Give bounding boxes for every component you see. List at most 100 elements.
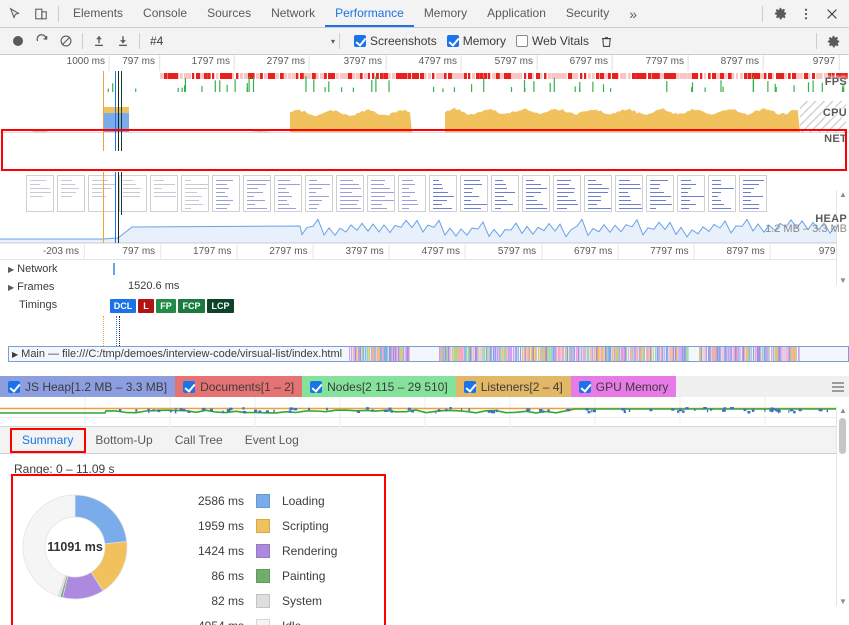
more-tabs-icon[interactable]: »: [619, 6, 647, 22]
memory-legend-item[interactable]: GPU Memory: [570, 376, 677, 397]
timing-marker-l[interactable]: L: [138, 299, 154, 313]
collect-garbage-icon[interactable]: [595, 29, 619, 53]
load-profile-button[interactable]: [87, 29, 111, 53]
track-network-label[interactable]: ▶ Network: [0, 260, 58, 278]
timing-marker-fp[interactable]: FP: [156, 299, 176, 313]
filmstrip-marker-orange: [103, 172, 104, 215]
tab-call-tree[interactable]: Call Tree: [165, 427, 233, 453]
filmstrip-lane[interactable]: [0, 172, 849, 215]
tab-event-log[interactable]: Event Log: [235, 427, 309, 453]
track-frames[interactable]: ▶ Frames 1520.6 ms: [0, 278, 849, 296]
memory-legend-item[interactable]: Documents[1 – 2]: [175, 376, 303, 397]
gear-icon[interactable]: [767, 1, 793, 27]
close-icon[interactable]: [819, 1, 845, 27]
memory-counters-legend[interactable]: JS Heap[1.2 MB – 3.3 MB] Documents[1 – 2]…: [0, 376, 849, 397]
track-frames-label[interactable]: ▶ Frames: [0, 278, 54, 296]
filmstrip-thumbnail[interactable]: [150, 174, 178, 212]
checkbox-screenshots[interactable]: Screenshots: [354, 34, 437, 48]
track-main-thread[interactable]: ▶ Main — file:///C:/tmp/demoes/interview-…: [8, 346, 849, 362]
summary-legend-row[interactable]: 86 ms Painting: [160, 563, 337, 588]
filmstrip-thumbnail[interactable]: [336, 174, 364, 212]
tab-security[interactable]: Security: [556, 0, 619, 27]
summary-legend-row[interactable]: 4954 ms Idle: [160, 613, 337, 625]
track-timings[interactable]: Timings DCL L FP FCP LCP: [0, 296, 849, 316]
filmstrip-thumbnail[interactable]: [88, 174, 116, 212]
checkbox-box[interactable]: [8, 380, 20, 393]
filmstrip-thumbnail[interactable]: [429, 174, 457, 212]
memory-legend-item[interactable]: Listeners[2 – 4]: [455, 376, 571, 397]
filmstrip-thumbnail[interactable]: [460, 174, 488, 212]
scroll-down-arrow-icon[interactable]: ▼: [839, 597, 847, 606]
tab-memory[interactable]: Memory: [414, 0, 477, 27]
filmstrip-thumbnail[interactable]: [181, 174, 209, 212]
filmstrip-thumbnail[interactable]: [274, 174, 302, 212]
reload-and-record-button[interactable]: [30, 29, 54, 53]
filmstrip-thumbnail[interactable]: [491, 174, 519, 212]
save-profile-button[interactable]: [111, 29, 135, 53]
tab-bottom-up[interactable]: Bottom-Up: [85, 427, 162, 453]
kebab-menu-icon[interactable]: [793, 1, 819, 27]
scroll-up-arrow-icon[interactable]: ▲: [839, 190, 847, 199]
summary-donut-chart[interactable]: 11091 ms: [0, 480, 150, 608]
filmstrip-thumbnail[interactable]: [522, 174, 550, 212]
overview-scrollbar[interactable]: ▲ ▼: [836, 190, 849, 285]
checkbox-web-vitals[interactable]: Web Vitals: [516, 34, 589, 48]
filmstrip-thumbnail[interactable]: [615, 174, 643, 212]
hamburger-menu-icon[interactable]: [827, 376, 849, 397]
timing-marker-fcp[interactable]: FCP: [178, 299, 205, 313]
filmstrip-thumbnail[interactable]: [553, 174, 581, 212]
flamechart-ruler-tick: 6797 ms: [574, 244, 619, 261]
checkbox-box[interactable]: [183, 380, 196, 393]
checkbox-box[interactable]: [310, 380, 323, 393]
filmstrip-thumbnail[interactable]: [243, 174, 271, 212]
summary-legend-row[interactable]: 2586 ms Loading: [160, 488, 337, 513]
filmstrip-thumbnail[interactable]: [119, 174, 147, 212]
summary-legend-row[interactable]: 1424 ms Rendering: [160, 538, 337, 563]
memory-legend-item[interactable]: JS Heap[1.2 MB – 3.3 MB]: [0, 376, 176, 397]
inspect-element-icon[interactable]: [2, 1, 28, 27]
tab-performance[interactable]: Performance: [325, 0, 414, 27]
scroll-down-arrow-icon[interactable]: ▼: [839, 276, 847, 285]
scroll-up-arrow-icon[interactable]: ▲: [839, 406, 847, 415]
device-toolbar-icon[interactable]: [28, 1, 54, 27]
filmstrip-thumbnail[interactable]: [367, 174, 395, 212]
timeline-overview[interactable]: 1000 ms 797 ms 1797 ms 2797 ms 3797 ms 4797 m…: [0, 55, 849, 172]
timing-marker-lcp[interactable]: LCP: [207, 299, 234, 313]
profile-selector[interactable]: #4 ▾: [150, 31, 335, 51]
tab-application[interactable]: Application: [477, 0, 556, 27]
summary-legend-row[interactable]: 1959 ms Scripting: [160, 513, 337, 538]
summary-legend-row[interactable]: 82 ms System: [160, 588, 337, 613]
cpu-lane-label: CPU: [822, 107, 847, 119]
filmstrip-thumbnail[interactable]: [677, 174, 705, 212]
track-timings-label[interactable]: Timings: [0, 296, 57, 314]
checkbox-memory[interactable]: Memory: [446, 34, 506, 48]
tab-network[interactable]: Network: [261, 0, 325, 27]
track-network[interactable]: ▶ Network: [0, 260, 849, 278]
filmstrip-thumbnail[interactable]: [708, 174, 736, 212]
filmstrip-thumbnail[interactable]: [26, 174, 54, 212]
details-scroll-thumb[interactable]: [839, 418, 846, 454]
filmstrip-thumbnail[interactable]: [398, 174, 426, 212]
checkbox-box[interactable]: [463, 380, 476, 393]
flamechart-tracks[interactable]: ▶ Network ▶ Frames 1520.6 ms Timings DCL L…: [0, 260, 849, 376]
memory-legend-item[interactable]: Nodes[2 115 – 29 510]: [302, 376, 456, 397]
filmstrip-thumbnail[interactable]: [57, 174, 85, 212]
timing-marker-dcl[interactable]: DCL: [110, 299, 136, 313]
filmstrip-thumbnail[interactable]: [212, 174, 240, 212]
clear-recording-button[interactable]: [54, 29, 78, 53]
record-button[interactable]: [6, 29, 30, 53]
tab-summary[interactable]: Summary: [12, 427, 83, 453]
donut-slice-loading[interactable]: [74, 494, 128, 545]
capture-settings-gear-icon[interactable]: [821, 29, 845, 53]
track-main-thread-wrap[interactable]: ▶ Main — file:///C:/tmp/demoes/interview-…: [0, 346, 849, 364]
filmstrip-thumbnail[interactable]: [739, 174, 767, 212]
tab-elements[interactable]: Elements: [63, 0, 133, 27]
filmstrip-thumbnail[interactable]: [646, 174, 674, 212]
filmstrip-thumbnail[interactable]: [305, 174, 333, 212]
toolbar-separator: [339, 33, 340, 49]
tab-sources[interactable]: Sources: [197, 0, 261, 27]
memory-legend-label: JS Heap[1.2 MB – 3.3 MB]: [25, 379, 168, 394]
checkbox-box[interactable]: [578, 380, 591, 393]
tab-console[interactable]: Console: [133, 0, 197, 27]
filmstrip-thumbnail[interactable]: [584, 174, 612, 212]
